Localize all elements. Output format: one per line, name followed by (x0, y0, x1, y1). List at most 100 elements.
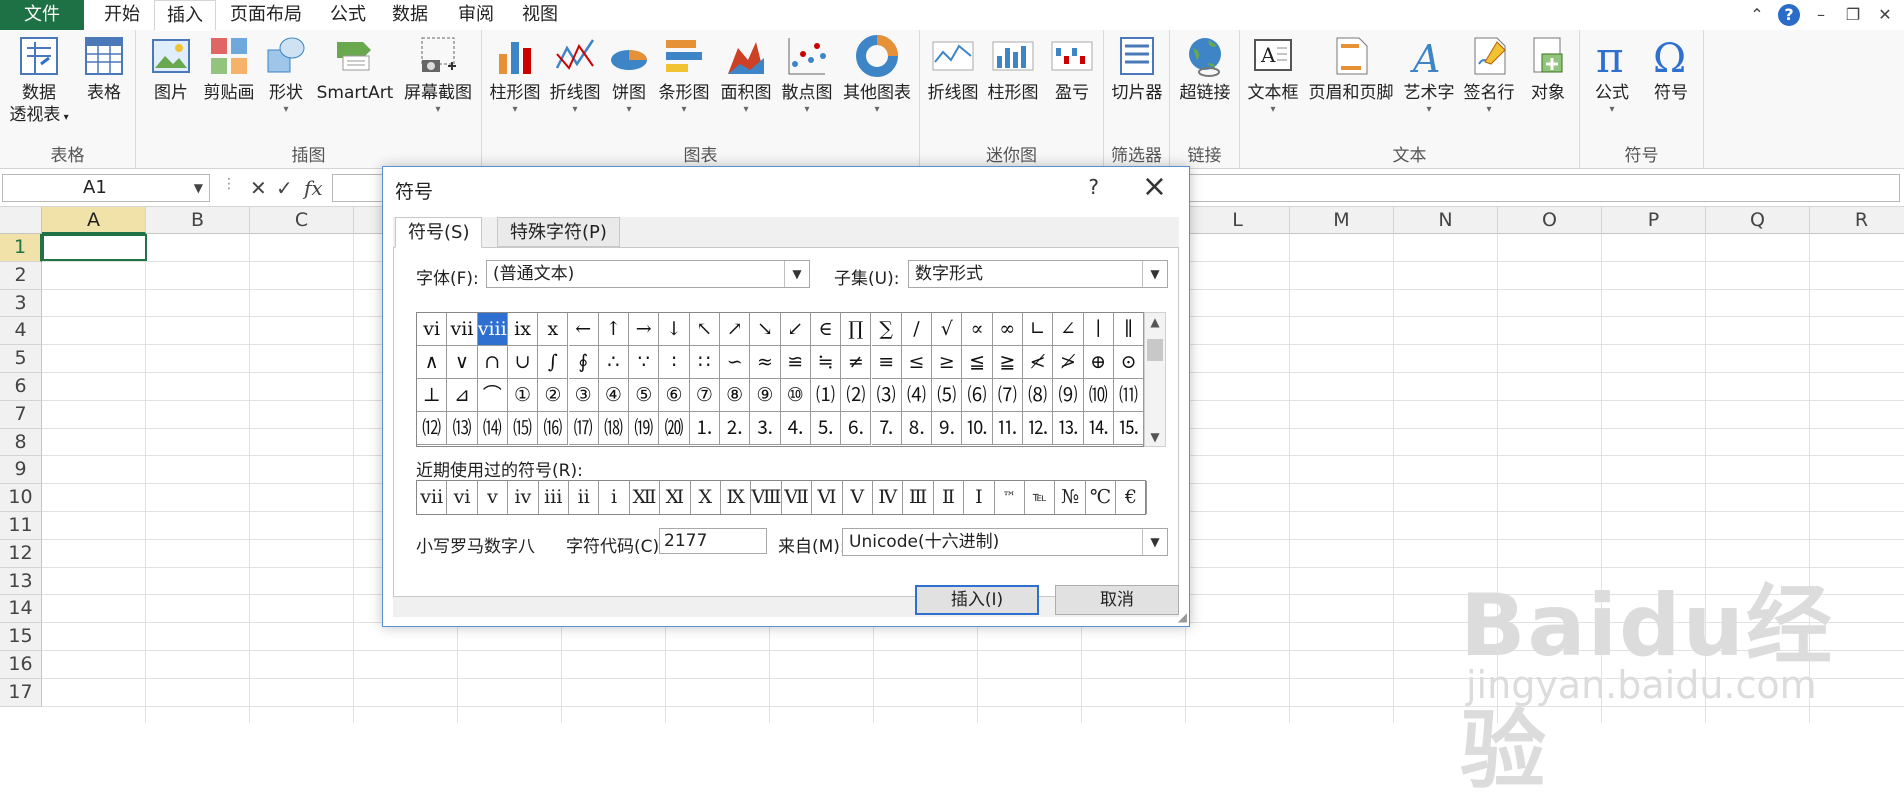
recent-symbol-cell[interactable]: Ⅷ (751, 481, 782, 514)
symbol-cell[interactable]: ⑿ (417, 412, 448, 445)
chevron-down-icon[interactable]: ▼ (1142, 261, 1167, 287)
insert-function-icon[interactable]: fx (304, 176, 323, 200)
symbol-cell[interactable]: ∮ (568, 346, 599, 379)
recent-symbol-cell[interactable]: Ⅻ (630, 481, 661, 514)
symbol-cell[interactable]: ↘ (750, 313, 781, 346)
symbol-cell[interactable]: ↑ (598, 313, 630, 346)
table-button[interactable]: 表格 (76, 34, 132, 104)
scroll-thumb[interactable] (1147, 339, 1163, 361)
symbol-cell[interactable]: ⑺ (992, 379, 1023, 412)
row-header-11[interactable]: 11 (0, 512, 42, 540)
hyperlink-button[interactable]: 超链接 (1174, 34, 1236, 104)
symbol-cell[interactable]: ⒅ (598, 412, 630, 445)
row-header-10[interactable]: 10 (0, 484, 42, 512)
row-header-16[interactable]: 16 (0, 651, 42, 679)
symbol-cell[interactable]: ≤ (901, 346, 933, 379)
symbol-cell[interactable]: ⊥ (417, 379, 448, 412)
scroll-down-icon[interactable]: ▼ (1145, 430, 1165, 444)
symbol-cell[interactable]: ≈ (750, 346, 781, 379)
from-select[interactable]: Unicode(十六进制) ▼ (842, 528, 1168, 556)
sparkline-line-button[interactable]: 折线图 (924, 34, 982, 104)
recent-symbol-cell[interactable]: ℃ (1086, 481, 1117, 514)
restore-icon[interactable]: ❐ (1842, 4, 1864, 26)
symbol-cell[interactable]: ⒕ (1083, 412, 1114, 445)
symbol-cell[interactable]: ∕ (901, 313, 933, 346)
column-header-q[interactable]: Q (1706, 207, 1810, 234)
symbol-cell[interactable]: ⑻ (1023, 379, 1054, 412)
chevron-down-icon[interactable]: ▼ (784, 261, 809, 287)
symbol-cell[interactable]: ⑽ (1083, 379, 1114, 412)
recent-symbol-cell[interactable]: ™ (995, 481, 1025, 514)
symbol-cell[interactable]: ≮ (1023, 346, 1054, 379)
clipart-button[interactable]: 剪贴画 (200, 34, 258, 104)
header-footer-button[interactable]: 页眉和页脚 (1304, 34, 1398, 104)
symbol-cell[interactable]: ∝ (962, 313, 993, 346)
row-header-15[interactable]: 15 (0, 623, 42, 651)
symbol-cell[interactable]: ⊿ (447, 379, 478, 412)
symbol-cell[interactable]: ∧ (417, 346, 448, 379)
column-header-r[interactable]: R (1810, 207, 1904, 234)
recent-symbol-cell[interactable]: Ⅶ (782, 481, 813, 514)
symbol-cell[interactable]: ∩ (477, 346, 508, 379)
screenshot-button[interactable]: 屏幕截图 ▾ (398, 34, 478, 116)
symbol-cell[interactable]: ⊙ (1113, 346, 1145, 379)
symbol-cell[interactable]: ∟ (1023, 313, 1054, 346)
textbox-button[interactable]: A 文本框 ▾ (1244, 34, 1302, 116)
symbol-cell[interactable]: ⑸ (932, 379, 963, 412)
pie-chart-button[interactable]: 饼图 ▾ (606, 34, 652, 116)
symbol-cell[interactable]: ⑦ (689, 379, 720, 412)
equation-button[interactable]: π 公式 ▾ (1584, 34, 1640, 116)
active-cell[interactable] (42, 234, 147, 261)
symbol-cell[interactable]: ≡ (871, 346, 902, 379)
symbol-cell[interactable]: √ (932, 313, 963, 346)
select-all-corner[interactable] (0, 207, 42, 234)
symbol-cell[interactable]: ≥ (932, 346, 963, 379)
tab-formulas[interactable]: 公式 (318, 0, 378, 30)
symbol-cell[interactable]: ⒎ (871, 412, 902, 445)
symbol-cell[interactable]: ⒐ (932, 412, 963, 445)
symbol-cell[interactable]: ≌ (780, 346, 811, 379)
name-box[interactable]: A1 ▼ (2, 174, 210, 202)
symbol-cell[interactable]: ⑩ (780, 379, 811, 412)
chevron-down-icon[interactable]: ▼ (194, 175, 203, 201)
smartart-button[interactable]: SmartArt (316, 34, 394, 104)
row-header-12[interactable]: 12 (0, 539, 42, 568)
tab-review[interactable]: 审阅 (446, 0, 506, 30)
symbol-cell[interactable]: ∣ (1083, 313, 1114, 346)
row-header-9[interactable]: 9 (0, 456, 42, 485)
symbol-cell[interactable]: ⒒ (992, 412, 1023, 445)
symbol-cell[interactable]: ⒃ (538, 412, 569, 445)
recent-symbol-cell[interactable]: Ⅵ (812, 481, 843, 514)
column-header-n[interactable]: N (1394, 207, 1498, 234)
symbol-cell[interactable]: ≦ (962, 346, 993, 379)
row-header-7[interactable]: 7 (0, 400, 42, 429)
recent-symbol-cell[interactable]: Ⅲ (903, 481, 934, 514)
symbol-cell[interactable]: ⑧ (720, 379, 751, 412)
scatter-chart-button[interactable]: 散点图 ▾ (778, 34, 836, 116)
bar-chart-button[interactable]: 条形图 ▾ (654, 34, 714, 116)
symbol-cell[interactable]: ∶ (659, 346, 690, 379)
row-header-5[interactable]: 5 (0, 345, 42, 373)
symbol-cell[interactable]: ⒓ (1023, 412, 1054, 445)
tab-view[interactable]: 视图 (510, 0, 570, 30)
symbol-cell[interactable]: ⒔ (1053, 412, 1084, 445)
tab-data[interactable]: 数据 (380, 0, 440, 30)
recent-symbol-cell[interactable]: Ⅹ (691, 481, 721, 514)
symbol-cell[interactable]: ⒊ (750, 412, 781, 445)
column-header-p[interactable]: P (1602, 207, 1706, 234)
symbol-cell[interactable]: ⒑ (962, 412, 993, 445)
recent-symbol-cell[interactable]: ⅵ (447, 481, 478, 514)
symbol-cell[interactable]: ⅵ (417, 313, 448, 346)
symbol-cell[interactable]: ≧ (992, 346, 1023, 379)
insert-button[interactable]: 插入(I) (915, 585, 1039, 615)
symbol-cell[interactable]: ↙ (780, 313, 811, 346)
cancel-icon[interactable]: ✕ (250, 176, 267, 200)
symbol-cell[interactable]: ∈ (810, 313, 842, 346)
symbol-cell[interactable]: ⑹ (962, 379, 993, 412)
scroll-up-icon[interactable]: ▲ (1145, 315, 1165, 329)
symbol-cell[interactable]: ⑴ (810, 379, 842, 412)
symbol-cell[interactable]: ∪ (507, 346, 539, 379)
symbol-cell[interactable]: ∵ (629, 346, 660, 379)
symbol-cell[interactable]: ∫ (538, 346, 569, 379)
symbol-cell[interactable]: ⅷ (477, 313, 508, 346)
